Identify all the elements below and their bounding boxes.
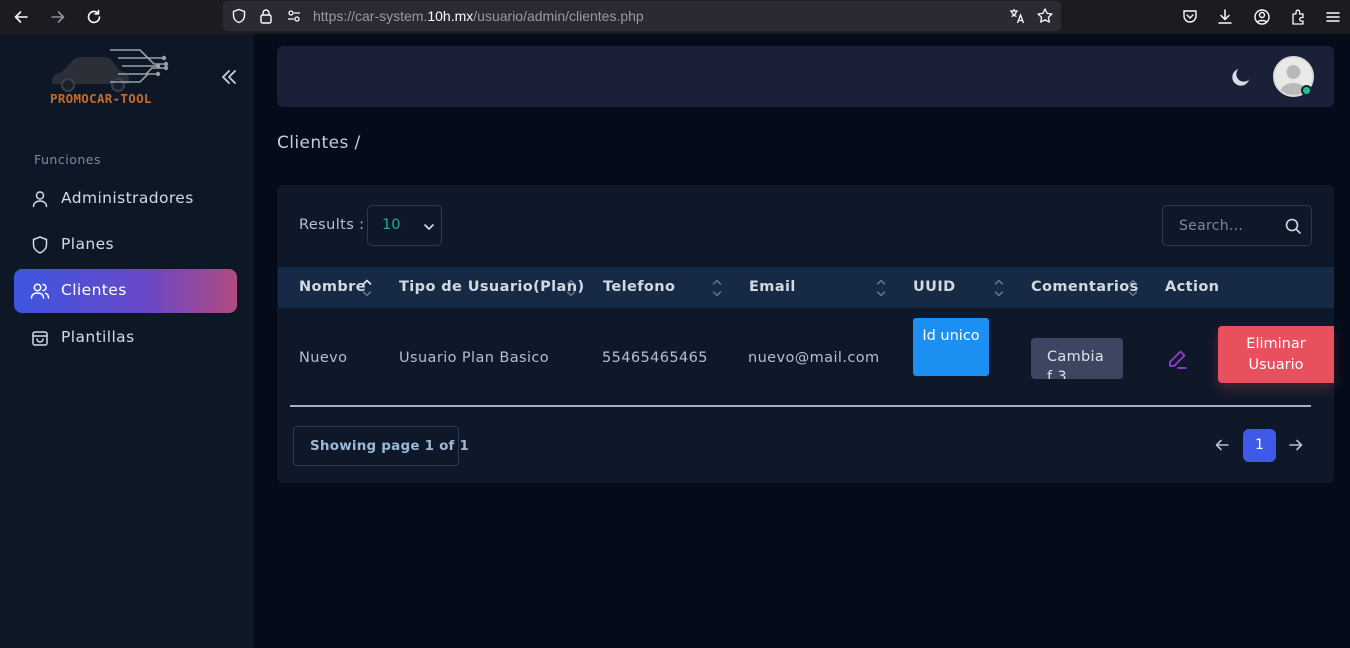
column-header-nombre[interactable]: Nombre <box>299 279 366 295</box>
section-label: Funciones <box>34 152 101 167</box>
extensions-icon[interactable] <box>1286 5 1310 29</box>
sidebar-item-label: Plantillas <box>61 328 135 346</box>
column-header-email[interactable]: Email <box>749 279 796 295</box>
pocket-icon[interactable] <box>1178 5 1202 29</box>
moon-icon[interactable] <box>1229 65 1253 89</box>
cell-telefono: 55465465465 <box>602 350 708 366</box>
clientes-table-card: Results : 10 Nombre Tipo de Usuario(Plan… <box>277 185 1334 483</box>
downloads-icon[interactable] <box>1213 5 1237 29</box>
table-header: Nombre Tipo de Usuario(Plan) Telefono Em… <box>278 267 1334 308</box>
edit-pencil-icon[interactable] <box>1165 347 1189 371</box>
forward-icon[interactable] <box>46 5 70 29</box>
column-header-action: Action <box>1165 279 1220 295</box>
collapse-sidebar-icon[interactable] <box>218 66 240 88</box>
sidebar-item-clientes[interactable]: Clientes <box>14 269 237 313</box>
site-permissions-icon[interactable] <box>284 6 304 26</box>
delete-user-button[interactable]: Eliminar Usuario <box>1218 326 1334 383</box>
sidebar-item-label: Planes <box>61 235 114 253</box>
logo[interactable]: PROMOCAR-TOOL <box>48 44 183 108</box>
results-label: Results : <box>299 217 365 233</box>
account-icon[interactable] <box>1250 5 1274 29</box>
user-icon <box>30 189 50 209</box>
cell-tipo: Usuario Plan Basico <box>399 350 550 366</box>
uuid-button[interactable]: Id unico <box>913 318 989 376</box>
sidebar-item-administradores[interactable]: Administradores <box>14 177 237 221</box>
sort-icon[interactable] <box>565 277 577 299</box>
sort-icon[interactable] <box>875 277 887 299</box>
shield-icon <box>30 235 50 255</box>
logo-text: PROMOCAR-TOOL <box>50 91 152 106</box>
sidebar-item-label: Clientes <box>61 281 127 299</box>
shield-icon[interactable] <box>229 6 249 26</box>
comentarios-button-label: Cambia f 3 <box>1047 349 1105 379</box>
results-per-page-select[interactable]: 10 <box>367 205 442 246</box>
cell-nombre: Nuevo <box>299 350 348 366</box>
search-icon[interactable] <box>1284 217 1302 235</box>
online-status-badge <box>1301 85 1312 96</box>
sort-icon[interactable] <box>993 277 1005 299</box>
back-icon[interactable] <box>9 5 33 29</box>
translate-icon[interactable] <box>1007 6 1027 26</box>
address-bar[interactable]: https://car-system.10h.mx/usuario/admin/… <box>223 1 1061 31</box>
reload-icon[interactable] <box>82 5 106 29</box>
arrow-right-icon[interactable] <box>1287 436 1305 454</box>
sidebar-item-label: Administradores <box>61 189 194 207</box>
browser-toolbar: https://car-system.10h.mx/usuario/admin/… <box>0 0 1350 34</box>
lock-icon[interactable] <box>256 6 276 26</box>
sidebar-item-planes[interactable]: Planes <box>14 223 237 267</box>
breadcrumb: Clientes / <box>277 133 361 153</box>
search-input[interactable] <box>1163 206 1281 245</box>
column-header-comentarios[interactable]: Comentarios <box>1031 279 1139 295</box>
search-field <box>1162 205 1312 246</box>
sort-asc-icon[interactable] <box>361 277 373 299</box>
sort-icon[interactable] <box>1127 277 1139 299</box>
users-icon <box>30 281 50 301</box>
top-header <box>277 46 1334 107</box>
menu-icon[interactable] <box>1321 5 1345 29</box>
bookmark-star-icon[interactable] <box>1035 6 1055 26</box>
car-circuit-logo-icon <box>52 49 169 92</box>
sidebar: PROMOCAR-TOOL Funciones Administradores … <box>0 34 254 648</box>
url-text: https://car-system.10h.mx/usuario/admin/… <box>313 8 644 24</box>
column-header-telefono[interactable]: Telefono <box>603 279 675 295</box>
sort-icon[interactable] <box>711 277 723 299</box>
arrow-left-icon[interactable] <box>1213 436 1231 454</box>
page-number-button[interactable]: 1 <box>1243 429 1276 462</box>
page-info: Showing page 1 of 1 <box>293 426 469 466</box>
cell-email: nuevo@mail.com <box>748 350 880 366</box>
shopping-bag-icon <box>30 328 50 348</box>
row-divider <box>290 405 1311 407</box>
page-info-text: Showing page 1 of 1 <box>310 438 470 454</box>
sidebar-item-plantillas[interactable]: Plantillas <box>14 316 237 360</box>
chevron-down-icon <box>422 219 436 233</box>
comentarios-button[interactable]: Cambia f 3 <box>1031 338 1123 379</box>
column-header-tipo[interactable]: Tipo de Usuario(Plan) <box>399 279 584 295</box>
results-select-value: 10 <box>382 217 401 233</box>
column-header-uuid[interactable]: UUID <box>913 279 956 295</box>
